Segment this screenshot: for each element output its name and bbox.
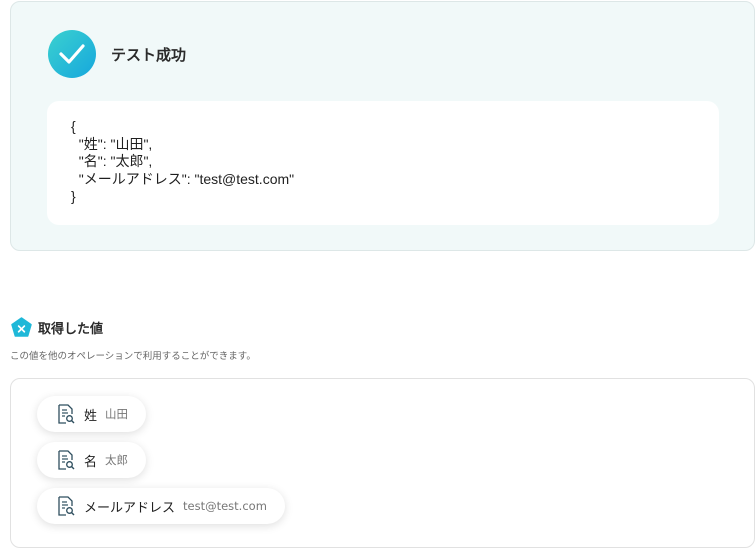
test-success-panel: テスト成功 { "姓": "山田", "名": "太郎", "メールアドレス":… xyxy=(10,1,755,251)
check-circle-icon xyxy=(48,30,96,78)
retrieved-values-panel: 姓 山田 名 太郎 メールアドレス test@test.com xyxy=(10,378,755,548)
document-search-icon xyxy=(58,496,75,516)
chip-value: 山田 xyxy=(105,407,129,421)
json-line: "メールアドレス": "test@test.com" xyxy=(71,170,295,187)
success-title: テスト成功 xyxy=(111,46,187,64)
chip-label: 名 xyxy=(84,454,98,470)
chip-label: 姓 xyxy=(84,408,98,424)
json-line: "姓": "山田", xyxy=(71,135,153,152)
json-line: } xyxy=(71,188,76,204)
chip-label: メールアドレス xyxy=(84,500,176,516)
document-search-icon xyxy=(58,404,75,424)
json-line: "名": "太郎", xyxy=(71,153,153,169)
pentagon-x-icon xyxy=(11,317,32,337)
json-line: { xyxy=(71,118,76,134)
chip-value: test@test.com xyxy=(183,499,267,513)
section-title: 取得した値 xyxy=(38,321,104,337)
document-search-icon xyxy=(58,450,75,470)
section-description: この値を他のオペレーションで利用することができます。 xyxy=(10,351,256,362)
chip-value: 太郎 xyxy=(105,453,129,467)
value-chip-first-name[interactable]: 名 太郎 xyxy=(37,442,147,478)
value-chip-email[interactable]: メールアドレス test@test.com xyxy=(37,488,285,524)
retrieved-values-header: 取得した値 xyxy=(11,317,103,337)
value-chip-last-name[interactable]: 姓 山田 xyxy=(37,396,147,432)
json-output: { "姓": "山田", "名": "太郎", "メールアドレス": "test… xyxy=(47,101,719,225)
